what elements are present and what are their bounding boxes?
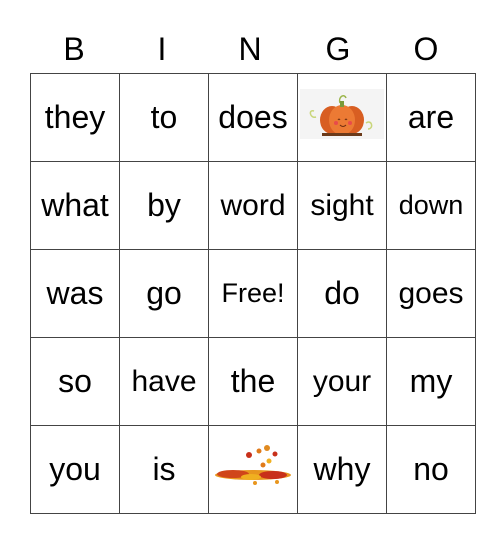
bingo-cell[interactable]: is: [119, 425, 209, 514]
bingo-cell[interactable]: why: [297, 425, 387, 514]
bingo-cell[interactable]: they: [30, 73, 120, 162]
bingo-cell[interactable]: does: [208, 73, 298, 162]
pumpkin-image: [300, 88, 384, 147]
bingo-card: they to does are what by word sight down…: [30, 73, 476, 514]
header-letter-b: B: [63, 31, 85, 67]
bingo-cell[interactable]: to: [119, 73, 209, 162]
bingo-cell[interactable]: have: [119, 337, 209, 426]
bingo-row: you is why no: [30, 425, 476, 514]
bingo-cell[interactable]: you: [30, 425, 120, 514]
bingo-cell[interactable]: my: [386, 337, 476, 426]
bingo-cell-leaves[interactable]: [208, 425, 298, 514]
bingo-row: was go Free! do goes: [30, 249, 476, 338]
bingo-cell[interactable]: was: [30, 249, 120, 338]
bingo-cell[interactable]: do: [297, 249, 387, 338]
bingo-cell[interactable]: by: [119, 161, 209, 250]
bingo-row: what by word sight down: [30, 161, 476, 250]
bingo-cell[interactable]: sight: [297, 161, 387, 250]
header-letter-n: N: [238, 31, 262, 67]
bingo-cell[interactable]: go: [119, 249, 209, 338]
header-letter-o: O: [413, 31, 439, 67]
bingo-cell-pumpkin[interactable]: [297, 73, 387, 162]
bingo-row: they to does are: [30, 73, 476, 162]
bingo-cell[interactable]: so: [30, 337, 120, 426]
bingo-cell[interactable]: your: [297, 337, 387, 426]
bingo-cell-free[interactable]: Free!: [208, 249, 298, 338]
bingo-cell[interactable]: no: [386, 425, 476, 514]
autumn-leaves-image: [211, 443, 295, 497]
bingo-cell[interactable]: word: [208, 161, 298, 250]
bingo-cell[interactable]: are: [386, 73, 476, 162]
header-letter-g: G: [325, 31, 351, 67]
header-letter-i: I: [157, 31, 167, 67]
bingo-header: B I N G O: [30, 28, 470, 70]
bingo-row: so have the your my: [30, 337, 476, 426]
bingo-cell[interactable]: goes: [386, 249, 476, 338]
bingo-cell[interactable]: what: [30, 161, 120, 250]
bingo-cell[interactable]: the: [208, 337, 298, 426]
bingo-cell[interactable]: down: [386, 161, 476, 250]
